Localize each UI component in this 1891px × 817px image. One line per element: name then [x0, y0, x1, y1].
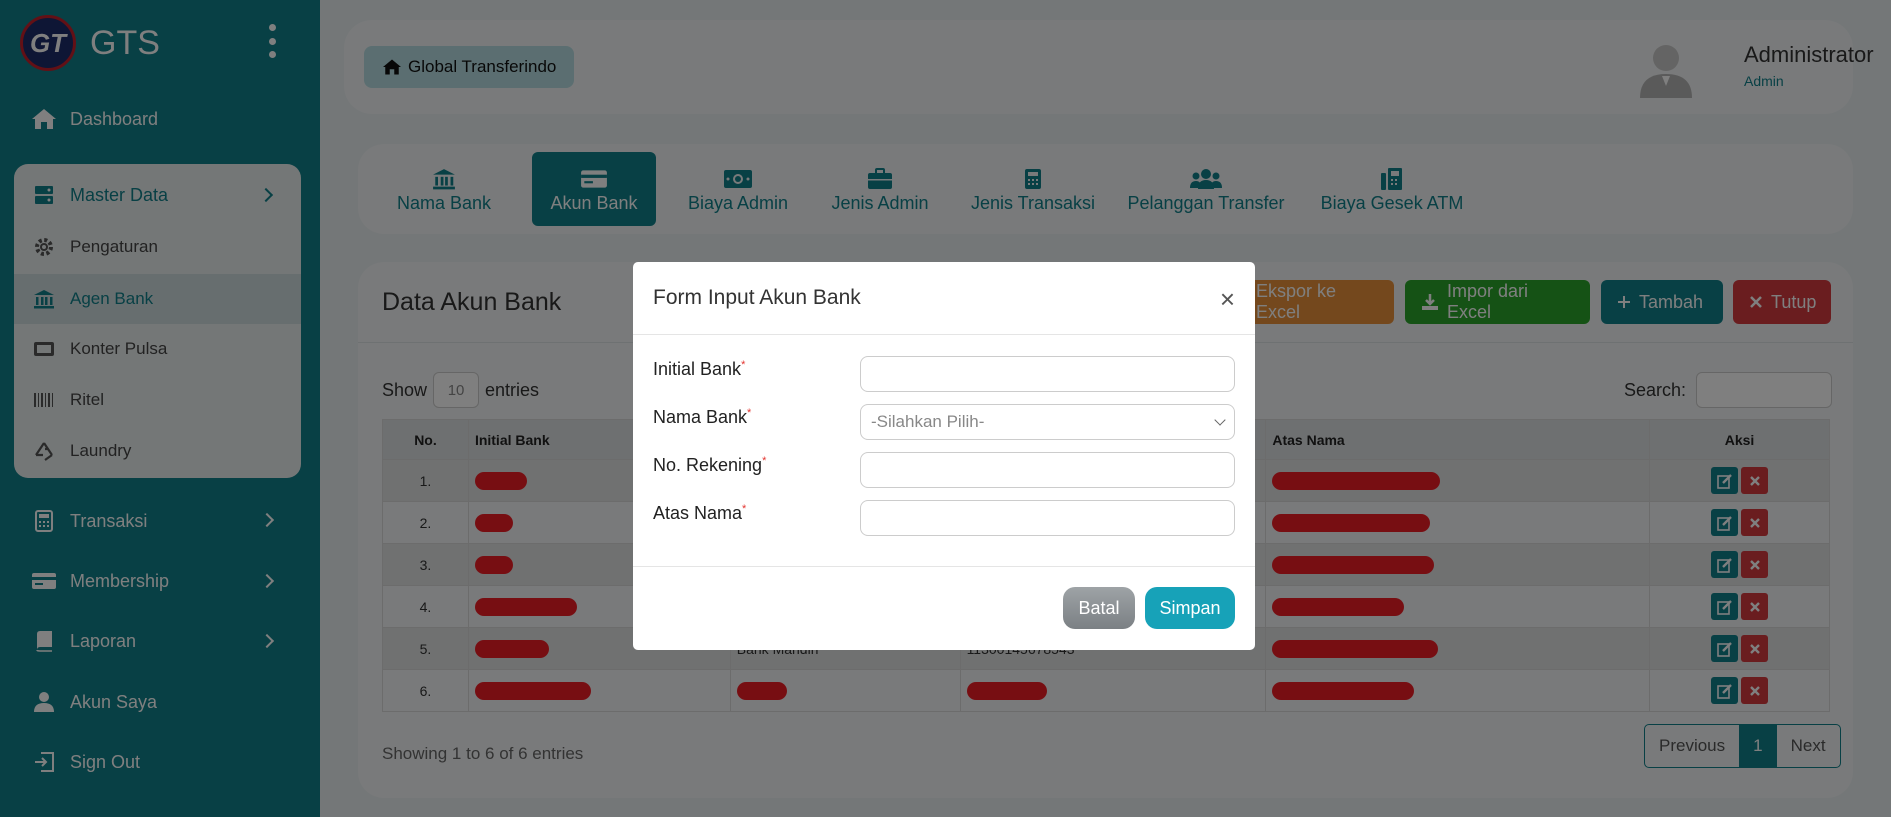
atas-nama-label: Atas Nama* [653, 503, 747, 523]
divider [633, 566, 1255, 567]
save-button[interactable]: Simpan [1145, 587, 1235, 629]
cancel-button[interactable]: Batal [1063, 587, 1135, 629]
select-value: -Silahkan Pilih- [871, 412, 985, 431]
initial-bank-label: Initial Bank* [653, 359, 746, 379]
modal-title: Form Input Akun Bank [653, 286, 861, 309]
divider [633, 334, 1255, 335]
nama-bank-select[interactable]: -Silahkan Pilih- [860, 404, 1235, 440]
nama-bank-label: Nama Bank* [653, 407, 752, 427]
no-rekening-label: No. Rekening* [653, 455, 767, 475]
form-modal: Form Input Akun Bank × Initial Bank* Nam… [633, 262, 1255, 650]
close-icon[interactable]: × [1220, 284, 1235, 315]
no-rekening-input[interactable] [860, 452, 1235, 488]
chevron-down-icon [1214, 414, 1226, 426]
atas-nama-input[interactable] [860, 500, 1235, 536]
initial-bank-input[interactable] [860, 356, 1235, 392]
